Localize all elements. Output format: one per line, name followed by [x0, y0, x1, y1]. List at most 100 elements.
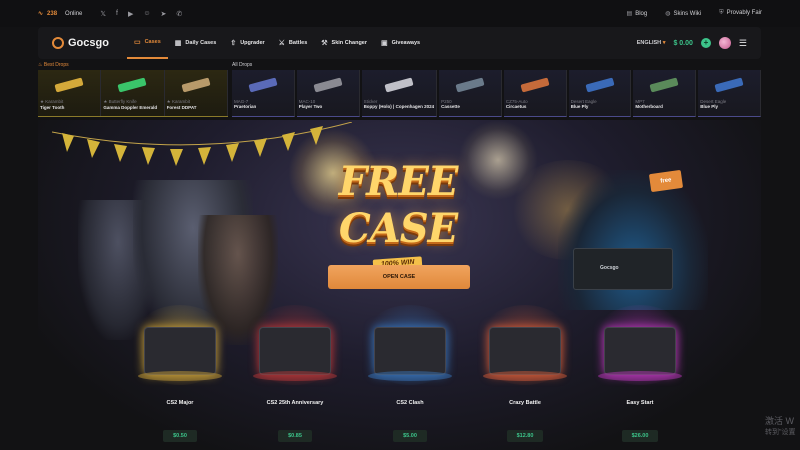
- top-links: ▤ Blog ◍ Skins Wiki ⛨ Provably Fair: [627, 10, 762, 17]
- weapon-image: [299, 72, 357, 98]
- whatsapp-icon[interactable]: ✆: [176, 10, 182, 18]
- open-case-button[interactable]: OPEN CASE: [328, 265, 470, 289]
- nav-item-label: Upgrader: [240, 40, 265, 46]
- featured-cases: CS2 Major $0.50 CS2 25th Anniversary $0.85 C…: [130, 305, 690, 442]
- nav-item-skin-changer[interactable]: ⚒ Skin Changer: [314, 27, 374, 59]
- case-card[interactable]: CS2 Clash $5.00: [360, 305, 460, 442]
- gift-icon: ▣: [381, 40, 388, 47]
- case-card[interactable]: CS2 25th Anniversary $0.85: [245, 305, 345, 442]
- site-logo[interactable]: Gocsgo: [52, 37, 109, 49]
- weapon-icon: [384, 77, 414, 93]
- weapon-icon: [313, 77, 343, 93]
- weapon-icon: [181, 77, 211, 93]
- hero-title-wrap: FREE CASE 100% WIN: [293, 158, 503, 271]
- nav-item-giveaways[interactable]: ▣ Giveaways: [374, 27, 427, 59]
- hero-title: FREE CASE: [338, 158, 459, 252]
- deposit-plus-icon[interactable]: +: [700, 38, 711, 48]
- case-name: CS2 Clash: [396, 400, 424, 406]
- weapon-icon: [54, 77, 84, 93]
- upgrade-icon: ⇧: [230, 40, 237, 47]
- drop-card[interactable]: ★ Karambit Forest DDPAT: [165, 70, 228, 116]
- skins-wiki-link[interactable]: ◍ Skins Wiki: [665, 10, 701, 17]
- case-image: [360, 305, 460, 385]
- drop-card[interactable]: MAC-10 Player Two: [296, 70, 360, 117]
- weapon-image: [506, 72, 564, 98]
- logo-icon: [52, 37, 64, 49]
- weapon-image: [167, 72, 225, 98]
- hamburger-menu-icon[interactable]: ☰: [739, 38, 747, 49]
- case-card[interactable]: Easy Start $26.00: [590, 305, 690, 442]
- drop-card[interactable]: Desert Eagle Blue Ply: [568, 70, 632, 117]
- drop-name: Circaetus: [505, 104, 527, 109]
- swords-icon: ⚔: [278, 40, 285, 47]
- weapon-icon: [520, 77, 550, 93]
- watermark-line: 激活 W: [765, 416, 794, 426]
- weapon-icon: [649, 77, 679, 93]
- online-label: Online: [65, 10, 83, 17]
- calendar-icon: ▦: [174, 40, 182, 47]
- case-name: Crazy Battle: [509, 400, 541, 406]
- nav-item-label: Cases: [144, 39, 161, 45]
- drop-card[interactable]: Desert Eagle Blue Ply: [698, 70, 761, 117]
- drop-card[interactable]: P250 Cassette: [439, 70, 502, 117]
- nav-item-upgrader[interactable]: ⇧ Upgrader: [223, 27, 271, 59]
- case-card[interactable]: Crazy Battle $12.80: [475, 305, 575, 442]
- drop-name: Cassette: [441, 104, 460, 109]
- drop-card[interactable]: CZ75-Auto Circaetus: [503, 70, 567, 117]
- drop-name: Tiger Tooth: [40, 105, 65, 110]
- case-price[interactable]: $12.80: [506, 430, 544, 442]
- youtube-icon[interactable]: ▶: [128, 10, 133, 18]
- free-case-box: Gocsgo: [573, 248, 673, 290]
- blog-link[interactable]: ▤ Blog: [627, 10, 648, 17]
- best-drops-label: Best Drops: [43, 62, 69, 68]
- drop-card[interactable]: ★ Butterfly Knife Gamma Doppler Emerald: [101, 70, 165, 116]
- telegram-icon[interactable]: ➤: [161, 10, 167, 18]
- balance: $ 0.00: [673, 39, 693, 47]
- best-drops-list: ★ Karambit Tiger Tooth ★ Butterfly Knife Ga…: [38, 70, 228, 117]
- weapon-icon: [248, 77, 278, 93]
- case-price[interactable]: $0.50: [163, 430, 197, 442]
- drop-card[interactable]: MAG-7 Praetorian: [232, 70, 295, 117]
- online-count: 238: [47, 10, 58, 17]
- weapon-image: [103, 72, 161, 98]
- hero-banner: free Gocsgo FREE CASE 100% WIN OPEN CASE…: [38, 120, 761, 450]
- case-price[interactable]: $26.00: [621, 430, 659, 442]
- nav-item-cases[interactable]: ▭ Cases: [126, 27, 168, 59]
- case-name: CS2 25th Anniversary: [266, 400, 324, 406]
- drop-name: Gamma Doppler Emerald: [103, 105, 158, 110]
- weapon-image: [700, 72, 758, 98]
- case-name: CS2 Major: [166, 400, 194, 406]
- weapon-image: [571, 72, 629, 98]
- case-card[interactable]: CS2 Major $0.50: [130, 305, 230, 442]
- nav-item-battles[interactable]: ⚔ Battles: [272, 27, 315, 59]
- case-name: Easy Start: [626, 400, 654, 406]
- globe-icon: ◍: [665, 11, 671, 17]
- provably-fair-label: Provably Fair: [726, 10, 762, 16]
- case-price[interactable]: $0.85: [278, 430, 312, 442]
- drop-name: Blue Ply: [570, 104, 589, 109]
- case-box-label: Gocsgo: [600, 265, 619, 271]
- drop-card[interactable]: ★ Karambit Tiger Tooth: [38, 70, 102, 116]
- language-select[interactable]: ENGLISH ▾: [637, 40, 666, 46]
- weapon-image: [234, 72, 292, 98]
- discord-icon[interactable]: ☺: [143, 10, 150, 18]
- avatar[interactable]: [718, 37, 731, 49]
- case-price[interactable]: $5.00: [393, 430, 427, 442]
- document-icon: ▤: [626, 11, 633, 17]
- case-image: [590, 305, 690, 385]
- best-drops-header: ♨ Best Drops: [38, 62, 69, 70]
- case-box: [489, 327, 561, 375]
- drop-card[interactable]: Sticker Boppy (Holo) | Copenhagen 2024: [361, 70, 438, 117]
- provably-fair-link[interactable]: ⛨ Provably Fair: [719, 10, 762, 17]
- shield-icon: ⛨: [719, 10, 724, 16]
- activation-watermark: 激活 W 转到"设置: [765, 415, 796, 439]
- case-pedestal: [598, 371, 682, 381]
- wrench-icon: ⚒: [321, 40, 328, 47]
- facebook-icon[interactable]: f: [116, 10, 118, 18]
- nav-right: ENGLISH ▾ $ 0.00 + ☰: [637, 37, 747, 49]
- x-icon[interactable]: 𝕏: [100, 10, 106, 18]
- nav-item-daily-cases[interactable]: ▦ Daily Cases: [168, 27, 224, 59]
- weapon-icon: [117, 77, 148, 93]
- drop-card[interactable]: MP7 Motherboard: [633, 70, 697, 117]
- fire-icon: ♨: [38, 62, 43, 68]
